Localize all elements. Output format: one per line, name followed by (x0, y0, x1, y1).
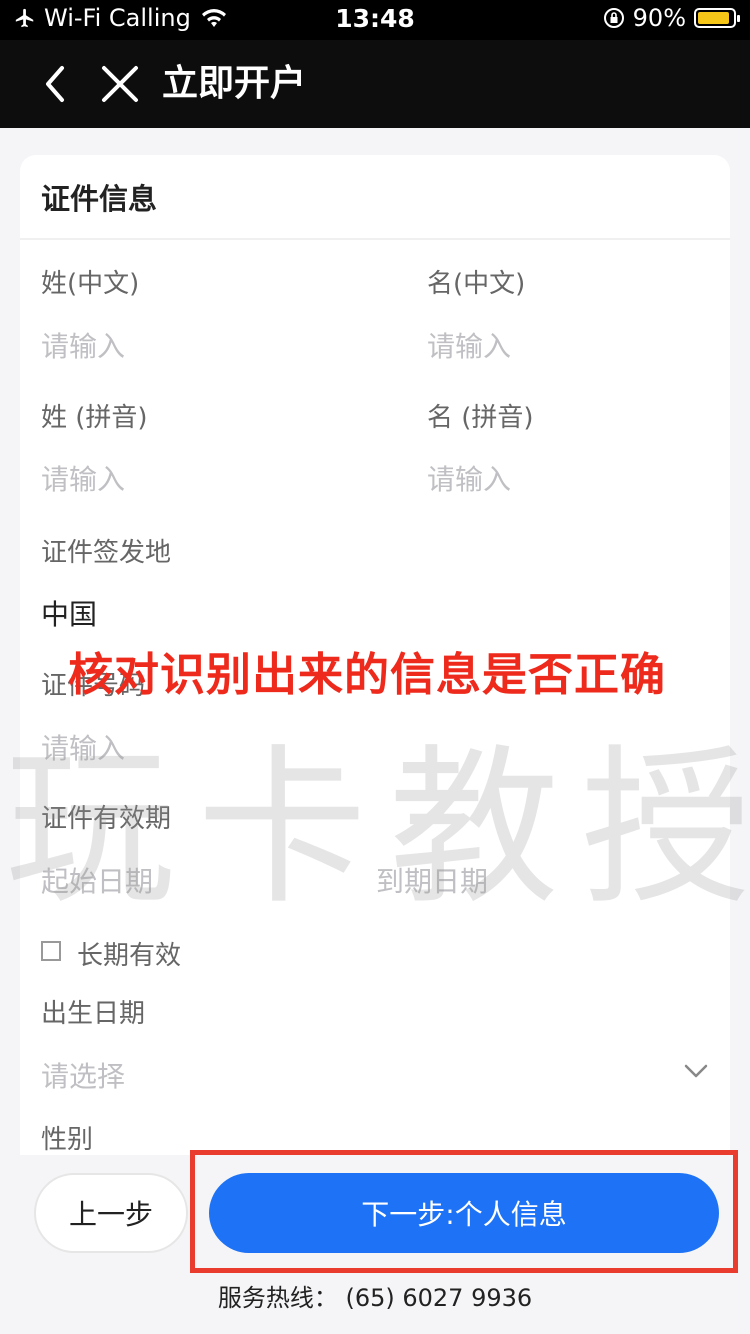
battery-percent: 90% (632, 4, 686, 32)
gender-label: 性别 (41, 1125, 94, 1155)
long-term-label: 长期有效 (77, 941, 182, 971)
watermark: 玩卡教授 (5, 730, 750, 928)
battery-icon (694, 8, 740, 28)
highlight-box (190, 1150, 738, 1273)
chevron-left-icon (46, 66, 64, 102)
first-name-cn-label: 名(中文) (427, 269, 526, 299)
last-name-cn-input[interactable]: 请输入 (41, 325, 125, 365)
first-name-pinyin-label: 名 (拼音) (427, 403, 534, 433)
birth-date-label: 出生日期 (41, 999, 146, 1029)
chevron-down-icon[interactable] (683, 1061, 709, 1081)
issuing-place-value[interactable]: 中国 (41, 593, 97, 633)
service-hotline: 服务热线： (65) 6027 9936 (217, 1284, 533, 1312)
orientation-lock-icon (603, 8, 624, 28)
section-title: 证件信息 (20, 155, 730, 240)
close-icon (102, 66, 138, 102)
first-name-pinyin-input[interactable]: 请输入 (427, 458, 511, 498)
close-button[interactable] (100, 60, 140, 108)
page-title: 立即开户 (162, 63, 307, 104)
birth-date-select[interactable]: 请选择 (41, 1055, 125, 1095)
last-name-pinyin-input[interactable]: 请输入 (41, 458, 125, 498)
first-name-cn-input[interactable]: 请输入 (427, 325, 511, 365)
last-name-pinyin-label: 姓 (拼音) (41, 403, 148, 433)
last-name-cn-label: 姓(中文) (41, 269, 140, 299)
annotation-text: 核对识别出来的信息是否正确 (68, 648, 667, 701)
long-term-checkbox[interactable] (41, 941, 61, 961)
status-bar: Wi-Fi Calling 13:48 90% (0, 0, 750, 40)
prev-step-button[interactable]: 上一步 (34, 1173, 188, 1253)
nav-bar: 立即开户 (0, 40, 750, 128)
status-right: 90% (603, 4, 740, 32)
issuing-place-label: 证件签发地 (41, 538, 172, 568)
back-button[interactable] (36, 60, 76, 108)
